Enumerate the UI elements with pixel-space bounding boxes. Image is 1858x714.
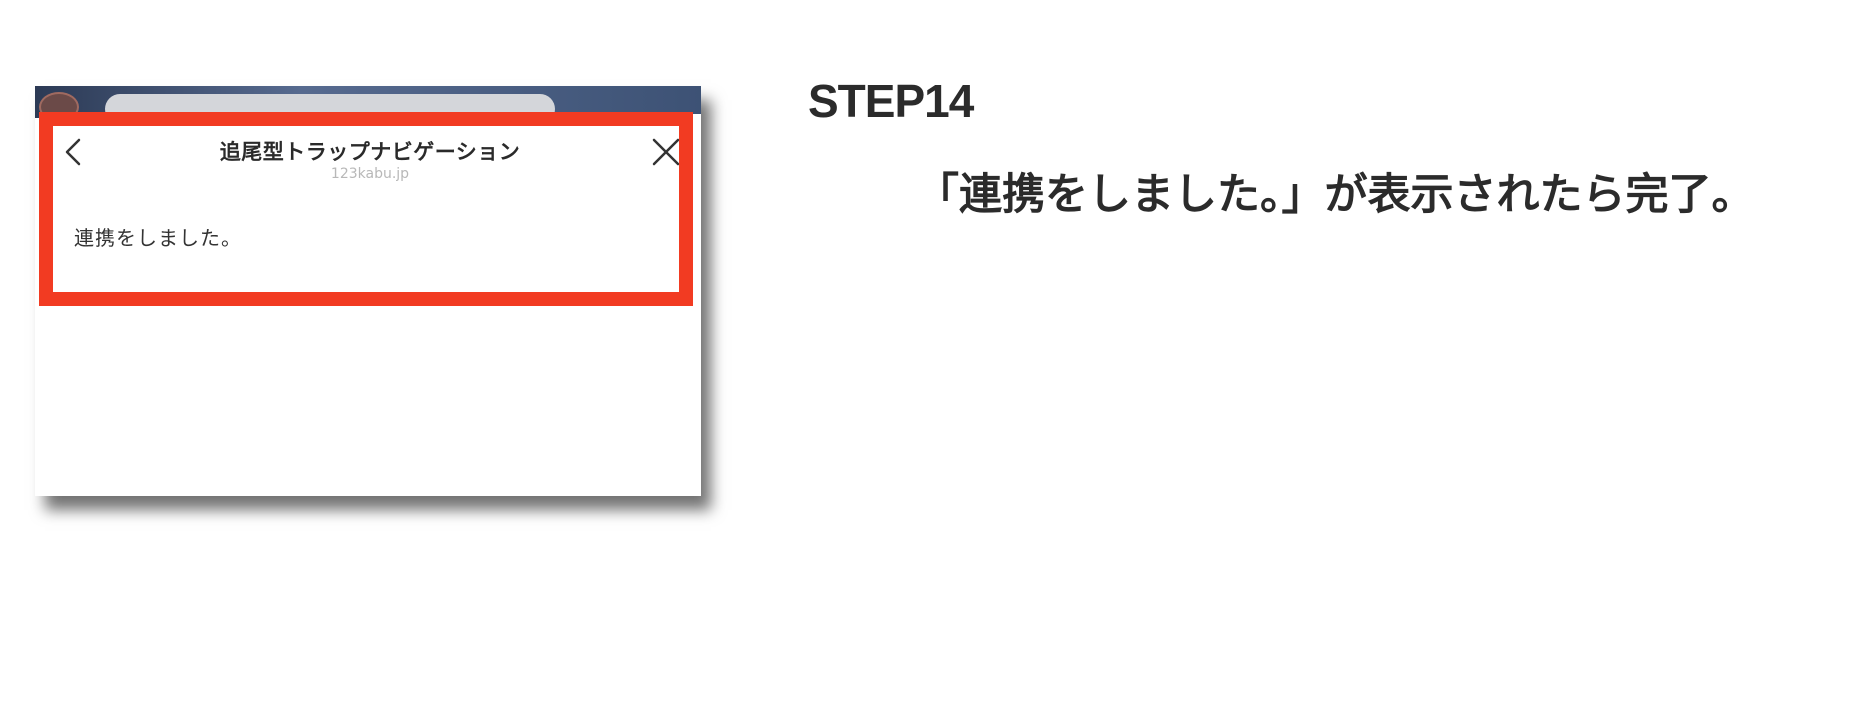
instruction-text: 「連携をしました。」が表示されたら完了。 bbox=[916, 170, 1755, 220]
step-label: STEP14 bbox=[808, 75, 974, 127]
highlight-frame bbox=[39, 112, 693, 306]
